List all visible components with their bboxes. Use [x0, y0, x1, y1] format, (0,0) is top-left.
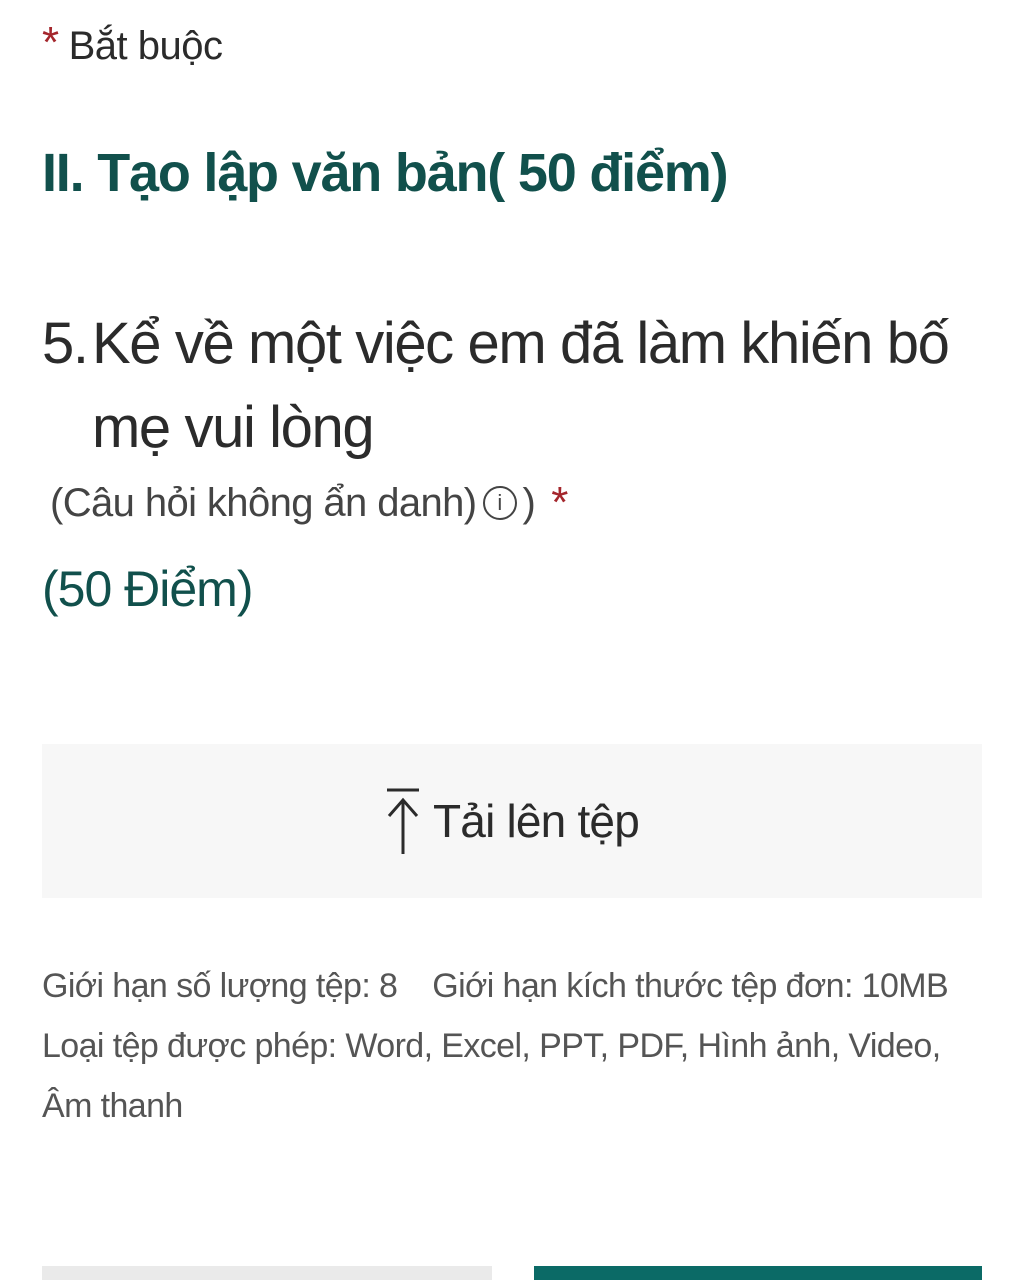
required-note: * Bắt buộc: [42, 18, 223, 69]
section-title: II. Tạo lập văn bản( 50 điểm): [42, 143, 729, 203]
info-circle-icon[interactable]: i: [482, 486, 517, 520]
question-text: Kể về một việc em đã làm khiến bố mẹ vui…: [92, 311, 950, 460]
upload-arrow-icon: [387, 788, 419, 854]
allowed-file-types: Loại tệp được phép: Word, Excel, PPT, PD…: [42, 1027, 941, 1125]
file-count-limit: Giới hạn số lượng tệp: 8: [42, 967, 398, 1005]
back-button[interactable]: [42, 1266, 492, 1280]
question-meta: (Câu hỏi không ẩn danh) i ) *: [50, 478, 568, 528]
required-star: *: [42, 18, 59, 67]
upload-label: Tải lên tệp: [433, 795, 640, 847]
file-size-limit: Giới hạn kích thước tệp đơn: 10MB: [432, 967, 949, 1005]
upload-limits: Giới hạn số lượng tệp: 8 Giới hạn kích t…: [42, 956, 982, 1136]
question-title: 5. Kể về một việc em đã làm khiến bố mẹ …: [42, 302, 982, 470]
anonymity-note: (Câu hỏi không ẩn danh): [50, 480, 477, 525]
next-button[interactable]: [534, 1266, 982, 1280]
question-required-star: *: [551, 478, 568, 527]
anonymity-note-suffix: ): [522, 480, 536, 525]
required-label: Bắt buộc: [68, 24, 223, 68]
upload-file-button[interactable]: Tải lên tệp: [42, 744, 982, 898]
form-page: * Bắt buộc II. Tạo lập văn bản( 50 điểm) …: [0, 0, 1024, 1280]
question-points: (50 Điểm): [42, 561, 253, 617]
upload-content: Tải lên tệp: [385, 786, 640, 856]
question-number: 5.: [42, 311, 89, 376]
